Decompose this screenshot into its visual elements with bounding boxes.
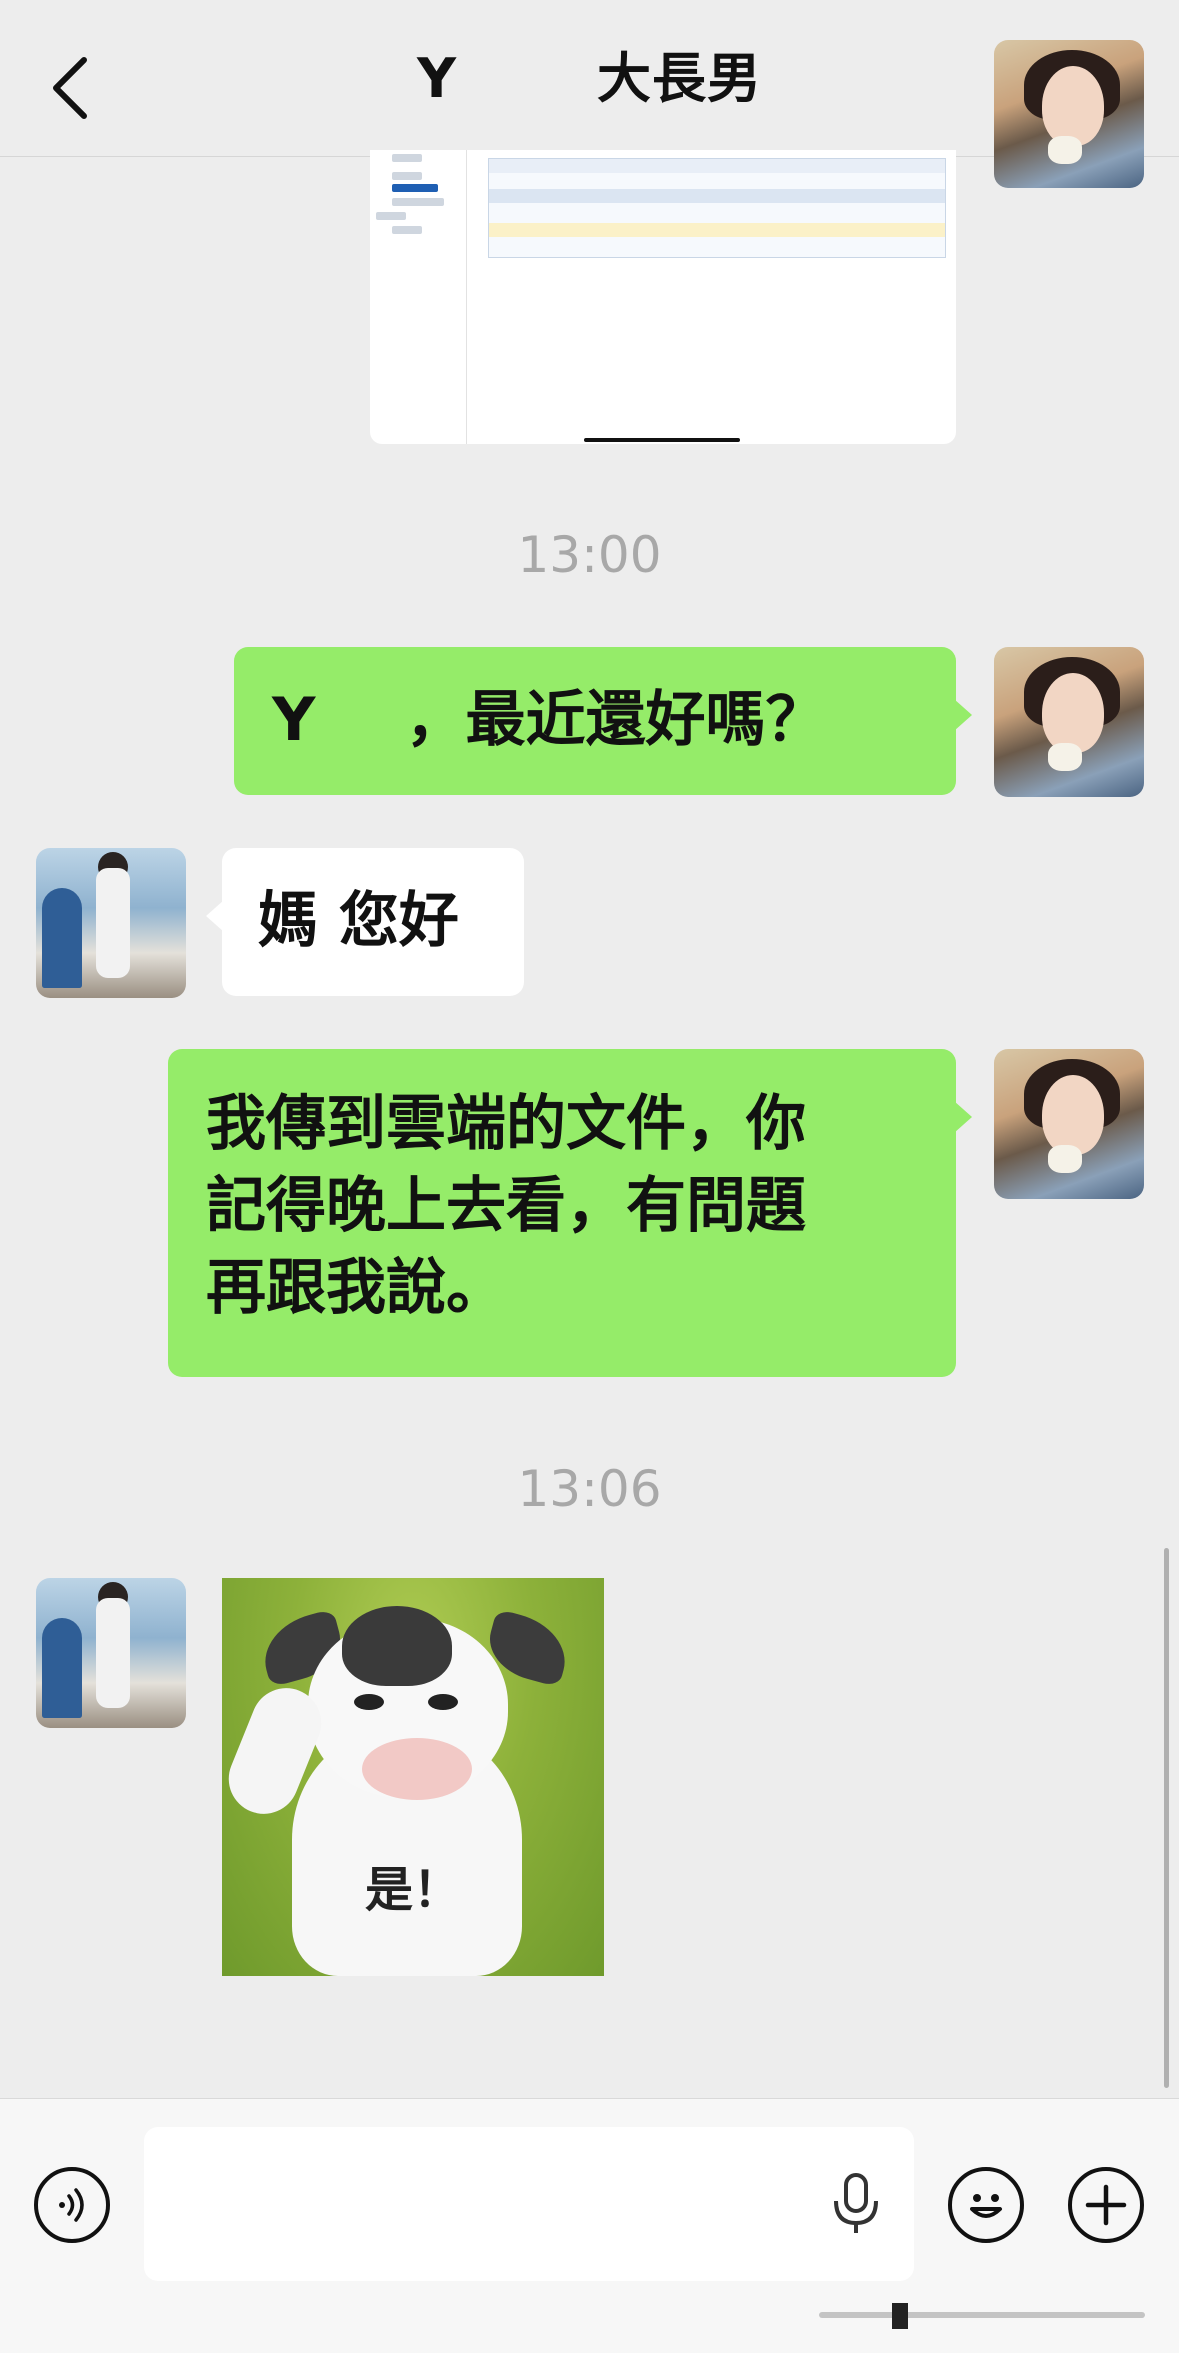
chat-title: Y 大長男	[416, 46, 763, 110]
voice-wave-icon[interactable]	[34, 2167, 110, 2243]
message-bubble-outgoing[interactable]: 我傳到雲端的文件，你 記得晚上去看，有問題 再跟我說。	[168, 1049, 972, 1377]
screenshot-sidebar	[370, 150, 467, 444]
message-line: 記得晚上去看，有問題	[206, 1171, 806, 1241]
message-line: 再跟我說。	[206, 1253, 506, 1323]
scrollbar[interactable]	[1164, 1548, 1169, 2088]
sticker-caption: 是！	[364, 1862, 461, 1918]
avatar[interactable]	[994, 647, 1144, 797]
screenshot-image[interactable]	[370, 150, 956, 444]
message-bubble-outgoing[interactable]: Y ，最近還好嗎？	[234, 647, 972, 795]
timestamp: 13:00	[517, 526, 662, 584]
avatar[interactable]	[36, 1578, 186, 1728]
microphone-icon[interactable]	[826, 2171, 886, 2237]
message-bubble-incoming[interactable]: 媽 您好	[206, 848, 524, 996]
cow-salute-sticker[interactable]: 是！	[222, 1578, 604, 1976]
screenshot-scroll-indicator	[584, 438, 740, 442]
avatar[interactable]	[994, 40, 1144, 188]
avatar[interactable]	[994, 1049, 1144, 1199]
plus-icon[interactable]	[1068, 2167, 1144, 2243]
message-line: 我傳到雲端的文件，你	[206, 1089, 806, 1159]
timestamp: 13:06	[517, 1460, 662, 1518]
message-input[interactable]	[144, 2127, 914, 2281]
avatar[interactable]	[36, 848, 186, 998]
message-text: Y ，最近還好嗎？	[272, 685, 826, 755]
smiley-icon[interactable]	[948, 2167, 1024, 2243]
screenshot-table	[488, 158, 946, 258]
message-text: 媽 您好	[258, 886, 459, 956]
home-indicator	[819, 2303, 1145, 2329]
chevron-left-icon[interactable]	[40, 48, 100, 128]
input-bar	[0, 2098, 1179, 2353]
